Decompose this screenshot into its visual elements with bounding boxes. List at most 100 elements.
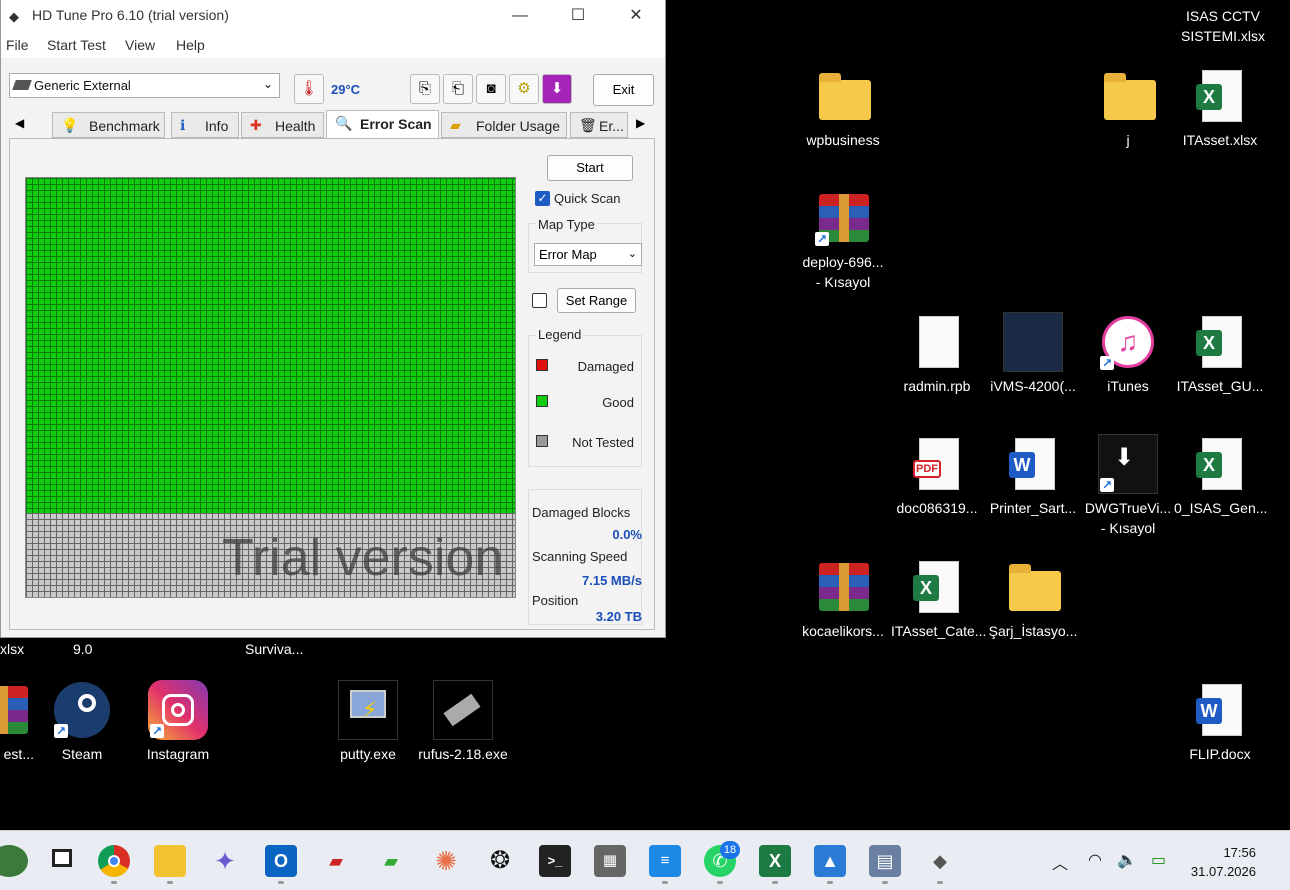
minimize-button[interactable]: — bbox=[497, 0, 543, 32]
file-explorer-icon[interactable] bbox=[154, 845, 186, 877]
desktop-icon-rufus[interactable]: rufus-2.18.exe bbox=[417, 680, 509, 764]
desktop-icon-j[interactable]: j bbox=[1082, 66, 1174, 150]
steam-icon: ↗ bbox=[52, 680, 112, 740]
tab-health[interactable]: ✚ Health bbox=[241, 112, 324, 138]
terminal-icon[interactable]: >_ bbox=[539, 845, 571, 877]
desktop-icon-putty[interactable]: ⚡ putty.exe bbox=[322, 680, 414, 764]
chrome-icon[interactable] bbox=[98, 845, 130, 877]
chevron-up-icon[interactable]: ︿ bbox=[1052, 850, 1068, 874]
winrar-icon bbox=[0, 680, 32, 740]
desktop-icon-sarj-istasyon[interactable]: Şarj_İstasyo... bbox=[987, 557, 1079, 641]
desktop-icon-itasset-cate[interactable]: X ITAsset_Cate... bbox=[891, 557, 986, 641]
set-range-checkbox[interactable] bbox=[532, 293, 547, 308]
trial-watermark: Trial version bbox=[222, 529, 504, 587]
wifi-icon[interactable]: ◠ bbox=[1088, 850, 1102, 870]
folder-icon bbox=[1098, 66, 1158, 126]
map-type-label: Map Type bbox=[536, 217, 597, 232]
menu-start-test[interactable]: Start Test bbox=[47, 37, 106, 53]
damaged-blocks-label: Damaged Blocks bbox=[532, 505, 631, 520]
calculator-icon[interactable]: ▦ bbox=[594, 845, 626, 877]
screenshot-button[interactable]: ◙ bbox=[476, 74, 506, 104]
claude-icon[interactable]: ✺ bbox=[430, 845, 462, 877]
thermometer-icon: 🌡 bbox=[294, 74, 324, 104]
desktop-icon-label-partial[interactable]: xlsx bbox=[0, 641, 24, 657]
desktop-icon-steam[interactable]: ↗ Steam bbox=[36, 680, 128, 764]
tab-scroll-right-icon[interactable]: ▶ bbox=[636, 116, 645, 130]
menu-file[interactable]: File bbox=[6, 37, 29, 53]
drive-select[interactable]: Generic External ⌄ bbox=[9, 73, 280, 98]
desktop-icon-deploy[interactable]: ↗ deploy-696... - Kısayol bbox=[797, 188, 889, 292]
legend-swatch-not-tested bbox=[536, 435, 548, 447]
widgets-icon[interactable] bbox=[0, 845, 28, 877]
instagram-icon: ↗ bbox=[148, 680, 208, 740]
desktop-icon-dwgtrueview[interactable]: ⬇ ↗ DWGTrueVi... - Kısayol bbox=[1082, 434, 1174, 538]
excel-icon: X bbox=[1190, 312, 1250, 372]
legend-swatch-damaged bbox=[536, 359, 548, 371]
copy-all-button[interactable]: ⎗ bbox=[443, 74, 473, 104]
tab-error-scan[interactable]: 🔍 Error Scan bbox=[326, 110, 439, 139]
map-type-select[interactable]: Error Map ⌄ bbox=[534, 243, 642, 266]
set-range-button[interactable]: Set Range bbox=[557, 288, 636, 313]
menu-view[interactable]: View bbox=[125, 37, 155, 53]
chevron-down-icon: ⌄ bbox=[627, 248, 637, 260]
volume-icon[interactable]: 🔈 bbox=[1117, 850, 1137, 870]
drive-icon bbox=[12, 80, 32, 90]
desktop-icon-kocaelikors[interactable]: kocaelikors... bbox=[797, 557, 889, 641]
desktop-icon-itasset[interactable]: X ITAsset.xlsx bbox=[1174, 66, 1266, 150]
menu-help[interactable]: Help bbox=[176, 37, 205, 53]
desktop-icon-isas-gen[interactable]: X 0_ISAS_Gen... bbox=[1174, 434, 1267, 518]
desktop-icon-itunes[interactable]: ♫ ↗ iTunes bbox=[1082, 312, 1174, 396]
tab-info[interactable]: ℹ Info bbox=[171, 112, 239, 138]
hdtune-app-icon: ◆ bbox=[9, 9, 19, 24]
remote-desktop-green-icon[interactable]: ▰ bbox=[375, 845, 407, 877]
tab-folder-usage[interactable]: ▰ Folder Usage bbox=[441, 112, 567, 138]
desktop-icon-radmin[interactable]: radmin.rpb bbox=[891, 312, 983, 396]
desktop-icon-flip[interactable]: W FLIP.docx bbox=[1174, 680, 1266, 764]
tab-bar: ◀ 💡 Benchmark ℹ Info ✚ Health 🔍 Error Sc… bbox=[1, 110, 665, 139]
desktop-icon-wpbusiness[interactable]: wpbusiness bbox=[797, 66, 889, 150]
lightbulb-icon: 💡 bbox=[61, 117, 79, 133]
error-map-grid: Trial version bbox=[25, 177, 516, 598]
notepad-icon[interactable]: ≡ bbox=[649, 845, 681, 877]
desktop-icon-label-partial[interactable]: 9.0 bbox=[73, 641, 92, 657]
close-button[interactable]: ✕ bbox=[613, 0, 659, 32]
trash-icon: 🗑 bbox=[579, 117, 597, 133]
chatgpt-icon[interactable]: ❂ bbox=[484, 845, 516, 877]
damaged-blocks-value: 0.0% bbox=[612, 527, 642, 542]
copy-info-button[interactable]: ⎘ bbox=[410, 74, 440, 104]
battery-icon[interactable]: ▭ bbox=[1151, 850, 1166, 870]
desktop-icon-doc-pdf[interactable]: PDF doc086319... bbox=[891, 434, 983, 518]
outlook-icon[interactable]: O bbox=[265, 845, 297, 877]
network-tool-icon[interactable]: ▤ bbox=[869, 845, 901, 877]
tab-scroll-left-icon[interactable]: ◀ bbox=[15, 116, 24, 130]
folder-icon bbox=[813, 66, 873, 126]
maximize-button[interactable]: ☐ bbox=[555, 0, 601, 32]
tab-erase[interactable]: 🗑 Er... bbox=[570, 112, 628, 138]
desktop-icon-instagram[interactable]: ↗ Instagram bbox=[132, 680, 224, 764]
legend-label-damaged: Damaged bbox=[577, 359, 634, 374]
exit-button[interactable]: Exit bbox=[593, 74, 654, 106]
excel-icon: X bbox=[1190, 434, 1250, 494]
desktop-icon-printer-sart[interactable]: W Printer_Sart... bbox=[987, 434, 1079, 518]
desktop-icon-itasset-gu[interactable]: X ITAsset_GU... bbox=[1174, 312, 1266, 396]
quick-scan-checkbox[interactable]: ✓ bbox=[535, 191, 550, 206]
save-button[interactable]: ⬇ bbox=[542, 74, 572, 104]
desktop-icon-ivms[interactable]: iVMS-4200(... bbox=[987, 312, 1079, 396]
photos-icon[interactable]: ▲ bbox=[814, 845, 846, 877]
clock-time: 17:56 bbox=[1223, 845, 1256, 860]
start-button[interactable]: Start bbox=[547, 155, 633, 181]
winrar-icon: ↗ bbox=[813, 188, 873, 248]
hdtune-taskbar-icon[interactable]: ◆ bbox=[924, 845, 956, 877]
legend-label-not-tested: Not Tested bbox=[572, 435, 634, 450]
options-button[interactable]: ⚙ bbox=[509, 74, 539, 104]
tab-benchmark[interactable]: 💡 Benchmark bbox=[52, 112, 165, 138]
desktop-file-isas-cctv[interactable]: ISAS CCTV SISTEMI.xlsx bbox=[1168, 6, 1278, 46]
excel-icon[interactable]: X bbox=[759, 845, 791, 877]
desktop-icon-label-partial[interactable]: Surviva... bbox=[245, 641, 303, 657]
window-titlebar[interactable]: ◆ HD Tune Pro 6.10 (trial version) — ☐ ✕ bbox=[1, 0, 665, 32]
task-view-icon[interactable] bbox=[46, 845, 78, 877]
remote-desktop-red-icon[interactable]: ▰ bbox=[320, 845, 352, 877]
gemini-icon[interactable]: ✦ bbox=[209, 845, 241, 877]
word-icon: W bbox=[1003, 434, 1063, 494]
clock[interactable]: 17:56 31.07.2026 bbox=[1191, 843, 1256, 881]
